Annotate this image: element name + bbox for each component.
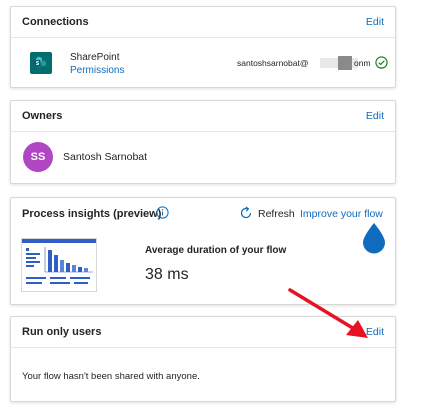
run-only-users-title: Run only users <box>22 326 102 338</box>
connections-header: Connections Edit <box>11 7 395 38</box>
checkmark-circle-icon <box>375 56 388 74</box>
insights-title: Process insights (preview) <box>22 207 162 220</box>
owners-card: Owners Edit SS Santosh Sarnobat <box>10 100 396 184</box>
metric-value: 38 ms <box>145 266 189 283</box>
owners-title: Owners <box>22 110 63 122</box>
water-drop-icon <box>361 222 387 259</box>
connection-account: santoshsarnobat@ <box>237 58 309 68</box>
owners-header: Owners Edit <box>11 101 395 132</box>
insights-chart-illustration <box>21 238 97 292</box>
metric-label: Average duration of your flow <box>145 245 287 256</box>
connections-title: Connections <box>22 16 89 28</box>
connection-account-suffix: onm <box>354 58 371 68</box>
connection-item: S SharePoint Permissions santoshsarnobat… <box>30 49 388 79</box>
annotation-arrow-icon <box>288 288 368 338</box>
connections-card: Connections Edit S SharePoint Permission… <box>10 6 396 88</box>
improve-flow-link[interactable]: Improve your flow <box>300 208 383 220</box>
avatar: SS <box>23 142 53 172</box>
permissions-link[interactable]: Permissions <box>70 65 124 76</box>
sharepoint-icon: S <box>30 52 52 74</box>
refresh-icon[interactable] <box>239 206 253 225</box>
connections-edit-link[interactable]: Edit <box>366 16 384 28</box>
owners-edit-link[interactable]: Edit <box>366 110 384 122</box>
connection-name: SharePoint <box>70 52 120 63</box>
owner-name: Santosh Sarnobat <box>63 151 148 163</box>
redacted-block <box>320 56 358 70</box>
empty-message: Your flow hasn't been shared with anyone… <box>22 371 200 382</box>
refresh-button[interactable]: Refresh <box>258 208 295 220</box>
info-icon[interactable] <box>156 206 169 224</box>
svg-text:S: S <box>36 61 40 67</box>
